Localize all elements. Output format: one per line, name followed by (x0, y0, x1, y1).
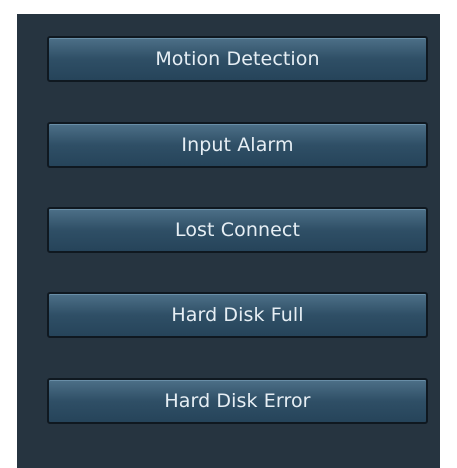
input-alarm-label: Input Alarm (181, 134, 294, 156)
hard-disk-error-button[interactable]: Hard Disk Error (47, 378, 428, 424)
lost-connect-button[interactable]: Lost Connect (47, 207, 428, 253)
input-alarm-button[interactable]: Input Alarm (47, 122, 428, 168)
motion-detection-label: Motion Detection (155, 48, 320, 70)
alarm-type-panel: Motion Detection Input Alarm Lost Connec… (17, 14, 440, 468)
hard-disk-error-label: Hard Disk Error (164, 390, 311, 412)
hard-disk-full-label: Hard Disk Full (171, 304, 304, 326)
lost-connect-label: Lost Connect (174, 219, 301, 241)
motion-detection-button[interactable]: Motion Detection (47, 36, 428, 82)
hard-disk-full-button[interactable]: Hard Disk Full (47, 292, 428, 338)
